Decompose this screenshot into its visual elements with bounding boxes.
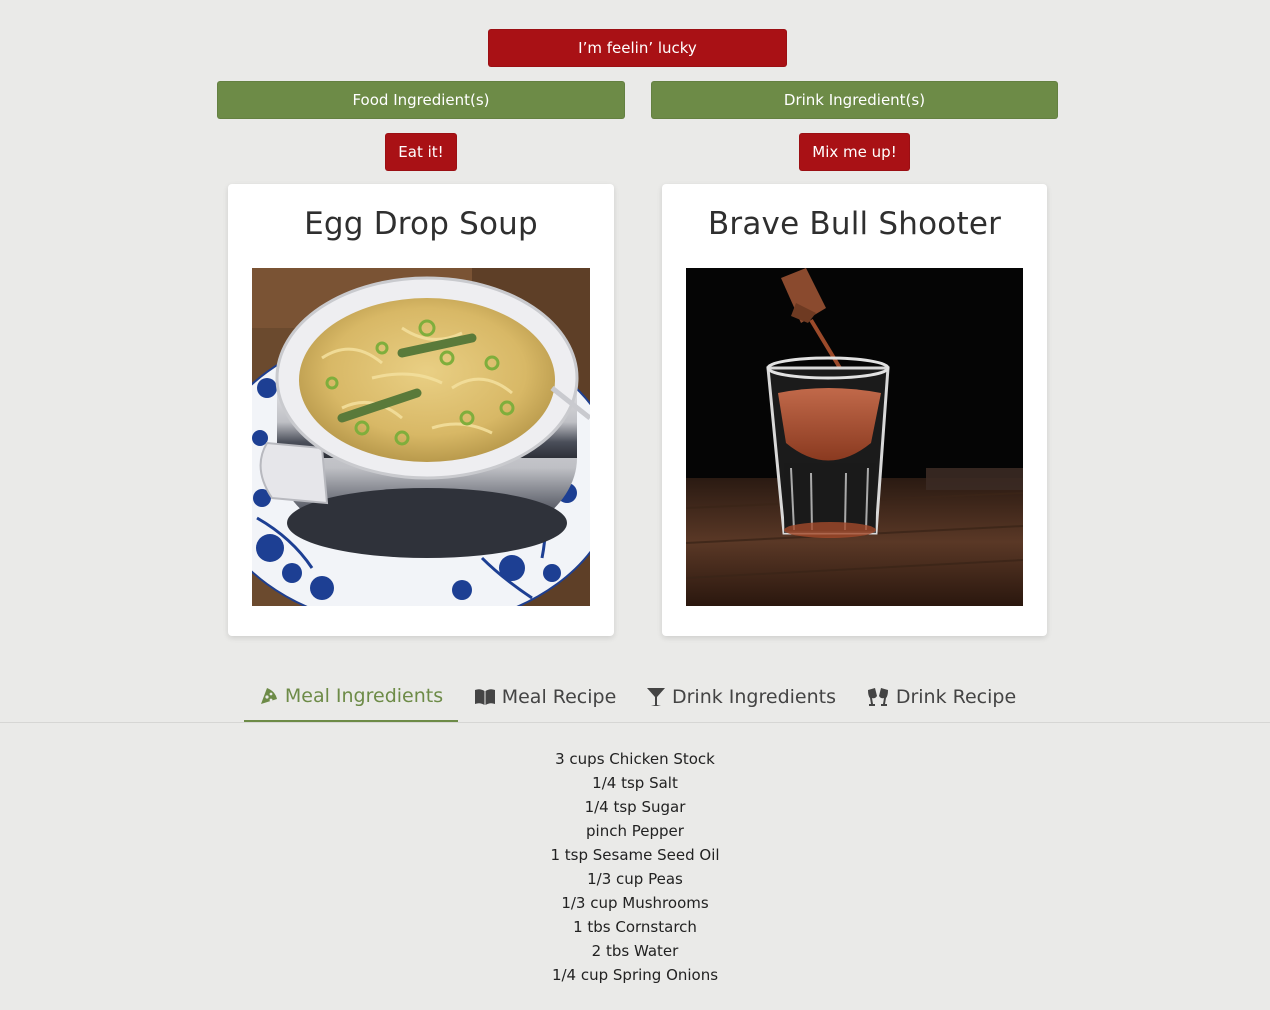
drink-image: [686, 268, 1023, 606]
tab-drink-recipe[interactable]: Drink Recipe: [860, 672, 1022, 722]
food-ingredients-button[interactable]: Food Ingredient(s): [217, 81, 625, 119]
meal-title: Egg Drop Soup: [304, 206, 538, 242]
drink-ingredients-button[interactable]: Drink Ingredient(s): [651, 81, 1058, 119]
list-item: 1/3 cup Mushrooms: [561, 894, 709, 912]
tab-label: Meal Recipe: [501, 686, 617, 708]
tab-meal-recipe[interactable]: Meal Recipe: [466, 672, 624, 722]
tab-meal-ingredients[interactable]: Meal Ingredients: [244, 672, 458, 722]
list-item: 2 tbs Water: [591, 942, 679, 960]
list-item: 3 cups Chicken Stock: [555, 750, 715, 768]
eat-it-button[interactable]: Eat it!: [385, 133, 457, 171]
pizza-slice-icon: [260, 688, 277, 704]
list-item: 1/4 cup Spring Onions: [551, 966, 719, 984]
list-item: 1/4 tsp Sugar: [584, 798, 686, 816]
list-item: 1 tbs Cornstarch: [573, 918, 697, 936]
tab-label: Meal Ingredients: [284, 685, 444, 707]
feeling-lucky-button[interactable]: I’m feelin’ lucky: [488, 29, 787, 67]
meal-card: Egg Drop Soup: [228, 184, 614, 636]
tab-label: Drink Recipe: [895, 686, 1017, 708]
tab-label: Drink Ingredients: [671, 686, 836, 708]
list-item: pinch Pepper: [586, 822, 684, 840]
meal-ingredients-list: 3 cups Chicken Stock 1/4 tsp Salt 1/4 ts…: [0, 747, 1270, 987]
drink-card: Brave Bull Shooter: [662, 184, 1047, 636]
drink-title: Brave Bull Shooter: [707, 206, 1002, 242]
mix-me-up-button[interactable]: Mix me up!: [799, 133, 910, 171]
list-item: 1/3 cup Peas: [587, 870, 683, 888]
meal-image: [252, 268, 590, 606]
list-item: 1 tsp Sesame Seed Oil: [550, 846, 720, 864]
list-item: 1/4 tsp Salt: [592, 774, 678, 792]
cocktail-glass-icon: [646, 688, 665, 706]
tab-drink-ingredients[interactable]: Drink Ingredients: [642, 672, 840, 722]
book-open-icon: [474, 689, 495, 705]
tab-bar: Meal Ingredients Meal Recipe Drink Ingre…: [0, 672, 1270, 723]
glasses-cheers-icon: [867, 688, 888, 706]
